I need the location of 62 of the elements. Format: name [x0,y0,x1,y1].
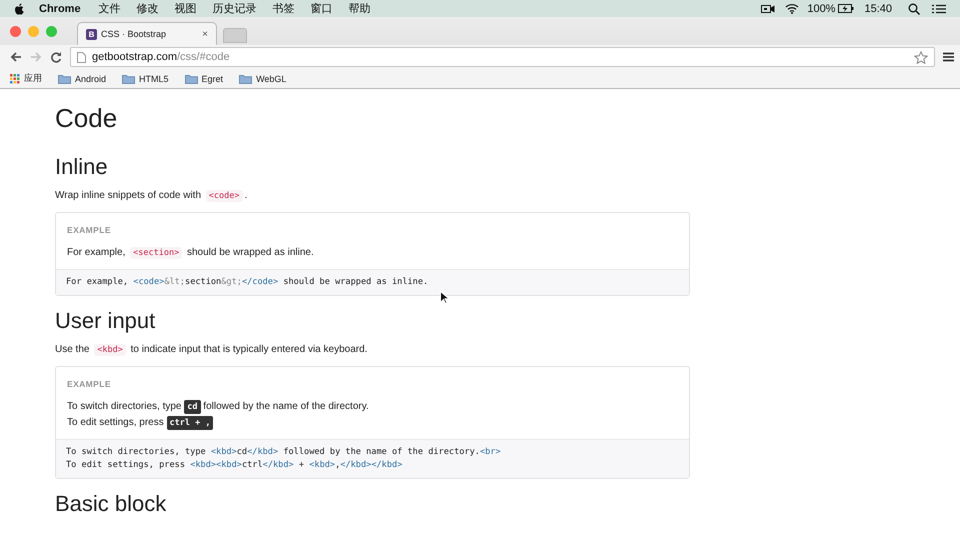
clock-time: 15:40 [864,2,892,14]
battery-charging-icon [838,4,854,13]
section-heading: Inline [55,154,109,180]
folder-icon [122,74,136,84]
menu-item[interactable]: 历史记录 [212,1,257,16]
reload-icon[interactable] [50,51,62,63]
code-line: For example, <code>&lt;section&gt;</code> should be wrapped as inline. [66,276,430,289]
tab-title: CSS · Bootstrap [101,29,168,39]
battery-percentage: 100% [807,2,836,14]
menu-icon[interactable] [943,52,954,62]
folder-icon [239,74,252,84]
body-text: To switch directories, type [67,401,182,412]
tab-close-button[interactable]: × [202,28,208,40]
video-camera-icon [761,4,776,14]
bookmark[interactable]: Egret [202,74,224,84]
page-icon [77,52,86,62]
body-text: followed by the name of the directory. [202,401,369,412]
bookmark[interactable]: WebGL [256,74,286,84]
menu-item[interactable]: 文件 [98,1,121,16]
app-menu[interactable]: Chrome [39,2,81,14]
favicon: B [86,28,97,40]
menu-item[interactable]: 修改 [136,1,159,16]
close-window-button[interactable] [10,26,21,36]
inline-code: <section> [130,247,182,259]
wifi-icon [785,3,800,14]
body-text: For example, [67,247,126,258]
page-title: Code [55,103,118,134]
menu-item[interactable]: 帮助 [348,1,371,16]
apps-grid-icon [10,74,20,84]
example-label: EXAMPLE [67,225,112,235]
inline-code: <kbd> [94,344,126,356]
body-text: . [244,190,248,201]
inline-code: <code> [206,190,243,202]
star-icon[interactable] [914,50,928,64]
list-icon[interactable] [932,4,946,14]
apple-icon [14,2,25,14]
keyboard-key: cd [184,400,201,414]
menu-item[interactable]: 书签 [272,1,295,16]
bookmark[interactable]: 应用 [24,72,42,85]
body-text: To edit settings, press [67,417,165,428]
body-text: Use the [55,344,90,355]
folder-icon [184,74,198,84]
section-heading: Basic block [55,491,168,517]
keyboard-key: ctrl + , [166,416,214,430]
menu-item[interactable]: 窗口 [310,1,333,16]
browser-tab[interactable]: B CSS · Bootstrap × [77,22,217,45]
bookmark[interactable]: HTML5 [139,74,169,84]
menu-item[interactable]: 视图 [174,1,197,16]
code-line: To edit settings, press <kbd><kbd>ctrl</kbd> + <kbd>,</kbd></kbd> [66,459,404,472]
example-label: EXAMPLE [67,379,112,389]
maximize-window-button[interactable] [46,26,57,36]
body-text: Wrap inline snippets of code with [55,190,202,201]
section-heading: User input [55,308,156,334]
code-line: To switch directories, type <kbd>cd</kbd> followed by the name of the directory.<br> [66,446,502,459]
bookmark[interactable]: Android [75,74,106,84]
body-text: should be wrapped as inline. [186,247,314,258]
body-text: to indicate input that is typically entered via keyboard. [130,344,368,355]
search-icon[interactable] [908,2,920,14]
back-arrow-icon[interactable] [10,51,22,63]
url-text: getbootstrap.com/css/#code [92,51,230,63]
folder-icon [58,74,71,84]
address-bar[interactable]: getbootstrap.com/css/#code [70,47,935,67]
